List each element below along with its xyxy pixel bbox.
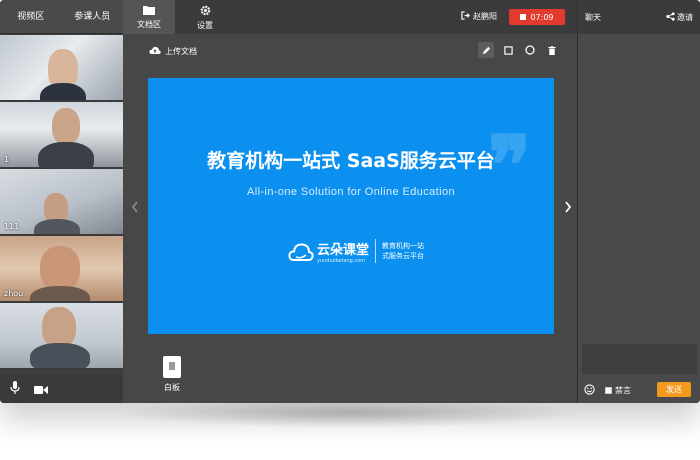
participant-name: 1 <box>4 155 10 164</box>
logo-text: 云朵课堂 yunduoketang.com <box>317 239 369 264</box>
camera-icon[interactable] <box>34 380 48 399</box>
logo-url: yunduoketang.com <box>317 257 366 264</box>
mute-checkbox[interactable] <box>605 386 612 394</box>
logo-name: 云朵课堂 <box>317 242 370 258</box>
participant-face <box>42 307 76 347</box>
microphone-icon[interactable] <box>10 380 20 399</box>
share-icon <box>666 12 675 23</box>
previous-page-button[interactable] <box>128 196 142 218</box>
participant-face <box>40 246 80 290</box>
exit-icon <box>461 11 470 22</box>
video-tile[interactable]: 1 <box>0 102 123 169</box>
upload-label: 上传文档 <box>165 47 197 56</box>
circle-icon[interactable] <box>522 42 538 58</box>
participant-body <box>30 286 90 301</box>
brand-logo: 云朵课堂 yunduoketang.com 教育机构一站 式服务云平台 <box>288 238 424 264</box>
chat-input[interactable] <box>582 344 697 374</box>
send-button[interactable]: 发送 <box>657 382 691 397</box>
logo-divider <box>375 239 377 263</box>
presentation-slide: ❞ 教育机构一站式 SaaS服务云平台 All-in-one Solution … <box>148 78 554 334</box>
tab-settings[interactable]: 设置 <box>179 0 231 34</box>
emoji-icon[interactable] <box>584 383 595 397</box>
left-tabs: 视频区 参课人员 <box>0 0 123 34</box>
media-controls <box>0 375 123 403</box>
video-panel: 视频区 参课人员 1 111 zhou <box>0 0 123 403</box>
video-tile[interactable]: zhou <box>0 236 123 303</box>
chevron-left-icon <box>131 198 139 217</box>
video-tile[interactable]: 111 <box>0 169 123 236</box>
invite-label: 邀请 <box>677 13 693 22</box>
participant-name: zhou <box>4 289 24 298</box>
participant-face <box>52 108 80 144</box>
top-toolbar: 文档区 设置 赵鹏阳 07:09 <box>123 0 577 34</box>
tab-documents-label: 文档区 <box>137 20 161 29</box>
mute-all-toggle[interactable]: 禁言 <box>605 385 631 396</box>
participant-body <box>38 142 94 167</box>
trash-icon[interactable] <box>544 42 560 58</box>
chat-title: 聊天 <box>585 13 601 22</box>
slide-subtitle: All-in-one Solution for Online Education <box>246 186 455 198</box>
gear-icon <box>179 5 231 18</box>
logo-slogan: 教育机构一站 式服务云平台 <box>382 241 424 261</box>
tab-participants[interactable]: 参课人员 <box>62 0 124 33</box>
record-time: 07:09 <box>530 12 554 22</box>
chat-header: 聊天 邀请 <box>578 0 700 34</box>
participant-name: 111 <box>4 222 20 231</box>
tab-settings-label: 设置 <box>197 21 213 30</box>
tab-documents[interactable]: 文档区 <box>123 0 175 34</box>
video-tile[interactable] <box>0 303 123 370</box>
chat-panel: 聊天 邀请 禁言 发送 <box>577 0 700 403</box>
participant-body <box>40 83 86 100</box>
classroom-window: 视频区 参课人员 1 111 zhou 文档区 设置 赵鹏阳 07:09 上传文… <box>0 0 700 403</box>
drawing-tools <box>478 42 560 58</box>
folder-icon <box>123 5 175 17</box>
slogan-line-2: 式服务云平台 <box>382 252 425 260</box>
participant-body <box>34 219 80 234</box>
user-name: 赵鹏阳 <box>473 12 497 21</box>
tab-video-area[interactable]: 视频区 <box>0 0 62 33</box>
slogan-line-1: 教育机构一站 <box>382 242 425 250</box>
stop-icon <box>520 14 527 20</box>
pencil-icon[interactable] <box>478 42 494 58</box>
whiteboard-label: 白板 <box>164 383 180 392</box>
participant-body <box>30 343 90 368</box>
video-list: 1 111 zhou <box>0 35 123 370</box>
user-logout[interactable]: 赵鹏阳 <box>461 11 497 22</box>
slide-title: 教育机构一站式 SaaS服务云平台 <box>207 150 495 172</box>
upload-document-button[interactable]: 上传文档 <box>149 46 197 57</box>
whiteboard-button[interactable]: 白板 <box>157 356 187 393</box>
cloud-upload-icon <box>149 46 161 57</box>
mute-label: 禁言 <box>615 385 631 395</box>
video-tile[interactable] <box>0 35 123 102</box>
next-page-button[interactable] <box>561 196 575 218</box>
chevron-right-icon <box>564 198 572 217</box>
whiteboard-icon <box>163 356 181 378</box>
cloud-logo-icon <box>288 238 314 264</box>
square-icon[interactable] <box>500 42 516 58</box>
invite-button[interactable]: 邀请 <box>666 12 693 23</box>
chat-footer: 禁言 发送 <box>578 380 700 400</box>
record-button[interactable]: 07:09 <box>509 9 565 25</box>
